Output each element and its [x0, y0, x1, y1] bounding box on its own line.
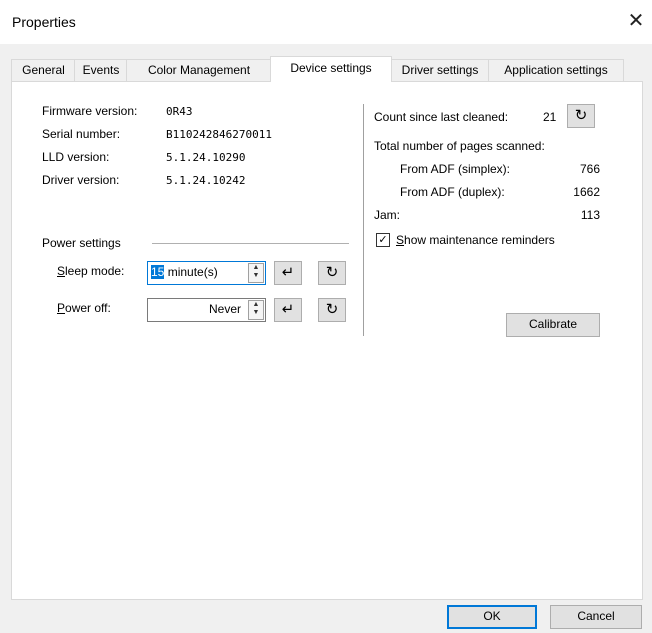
serial-label: Serial number:: [42, 127, 121, 141]
simplex-label: From ADF (simplex):: [400, 162, 511, 176]
firmware-value: 0R43: [166, 105, 193, 118]
firmware-label: Firmware version:: [42, 104, 138, 118]
device-settings-panel: Firmware version: 0R43 Serial number: B1…: [11, 81, 643, 600]
maintenance-reminders-label[interactable]: Show maintenance reminders: [396, 233, 555, 247]
duplex-label: From ADF (duplex):: [400, 185, 505, 199]
sleep-mode-spinner[interactable]: 15 minute(s) ▲ ▼: [147, 261, 266, 285]
serial-value: B110242846270011: [166, 128, 272, 141]
calibrate-button[interactable]: Calibrate: [506, 313, 600, 337]
power-off-apply-button[interactable]: ↵: [274, 298, 302, 322]
title-bar: Properties ✕: [0, 0, 652, 44]
vertical-separator: [363, 104, 365, 336]
count-since-cleaned-label: Count since last cleaned:: [374, 110, 509, 124]
power-off-value: Never: [208, 302, 241, 316]
ok-button[interactable]: OK: [447, 605, 537, 629]
simplex-value: 766: [579, 162, 600, 176]
refresh-icon: ↻: [325, 301, 339, 318]
sleep-mode-apply-button[interactable]: ↵: [274, 261, 302, 285]
cancel-button[interactable]: Cancel: [550, 605, 642, 629]
jam-value: 113: [580, 208, 600, 222]
tab-driver-settings[interactable]: Driver settings: [390, 59, 490, 81]
reset-count-button[interactable]: ↻: [567, 104, 595, 128]
tab-device-settings[interactable]: Device settings: [270, 56, 392, 82]
window-title: Properties: [12, 14, 76, 30]
enter-arrow-icon: ↵: [281, 301, 295, 318]
tab-color-management[interactable]: Color Management: [126, 59, 272, 81]
tab-events[interactable]: Events: [74, 59, 128, 81]
close-button[interactable]: ✕: [620, 6, 652, 38]
close-icon: ✕: [627, 10, 645, 32]
group-divider: [152, 243, 349, 244]
duplex-value: 1662: [573, 185, 600, 199]
count-since-cleaned-value: 21: [543, 110, 557, 124]
driver-label: Driver version:: [42, 173, 120, 187]
sleep-mode-value: 15 minute(s): [151, 265, 218, 279]
tab-general[interactable]: General: [11, 59, 76, 81]
power-settings-group-label: Power settings: [42, 236, 121, 250]
jam-label: Jam:: [374, 208, 401, 222]
lld-label: LLD version:: [42, 150, 110, 164]
tab-application-settings[interactable]: Application settings: [488, 59, 624, 81]
checkmark-icon: ✓: [378, 234, 388, 246]
refresh-icon: ↻: [325, 264, 339, 281]
maintenance-reminders-checkbox[interactable]: ✓: [376, 233, 390, 247]
enter-arrow-icon: ↵: [281, 264, 295, 281]
driver-value: 5.1.24.10242: [166, 174, 246, 187]
power-off-label: Power off:: [57, 301, 111, 315]
refresh-icon: ↻: [574, 107, 588, 124]
sleep-mode-label: Sleep mode:: [57, 264, 125, 278]
lld-value: 5.1.24.10290: [166, 151, 246, 164]
power-off-spinner[interactable]: Never ▲ ▼: [147, 298, 266, 322]
sleep-mode-reset-button[interactable]: ↻: [318, 261, 346, 285]
spin-up-down-icon[interactable]: ▲ ▼: [248, 300, 264, 320]
power-off-reset-button[interactable]: ↻: [318, 298, 346, 322]
spin-up-down-icon[interactable]: ▲ ▼: [248, 263, 264, 283]
total-pages-label: Total number of pages scanned:: [374, 139, 545, 153]
